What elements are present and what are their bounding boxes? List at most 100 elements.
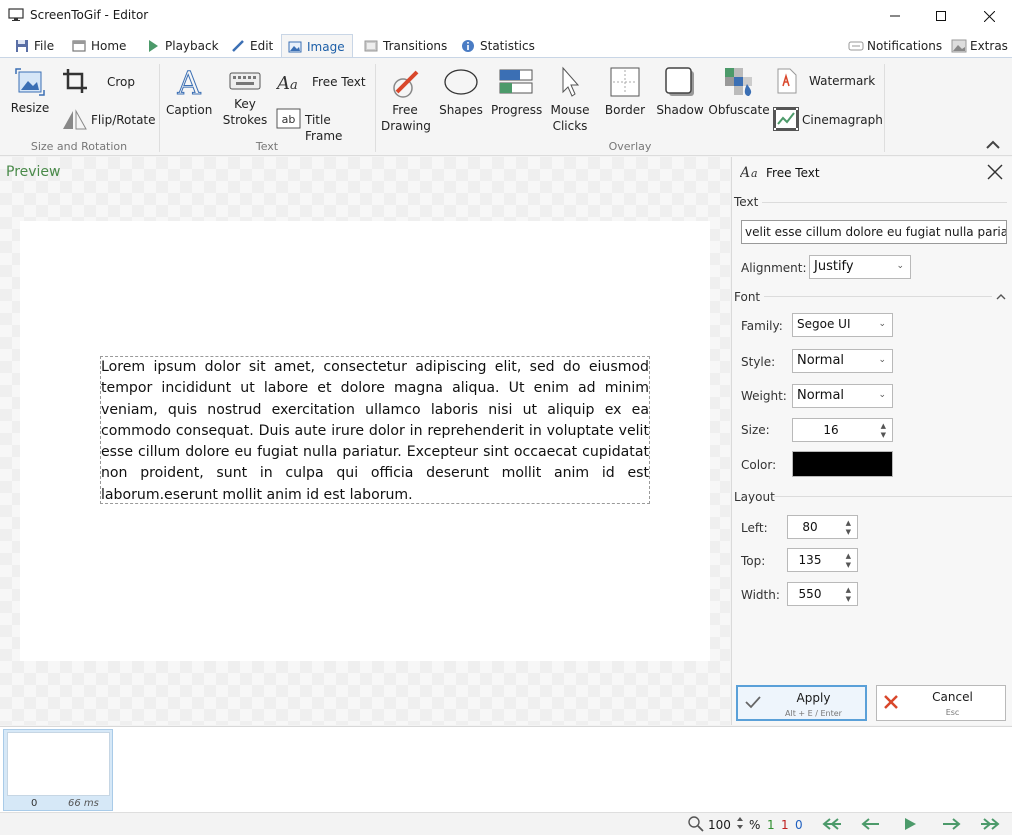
top-stepper[interactable]: 135 ▲ ▼ (787, 548, 858, 572)
collapse-ribbon-button[interactable] (985, 138, 1003, 152)
style-select[interactable]: Normal ⌄ (792, 349, 893, 373)
flip-rotate-button[interactable]: Flip/Rotate (60, 108, 160, 134)
tab-image[interactable]: Image (281, 34, 353, 58)
free-text-panel: Aa Free Text Text velit esse cillum dolo… (731, 157, 1012, 725)
panel-close-button[interactable] (986, 163, 1006, 183)
cursor-icon (557, 66, 583, 101)
left-stepper[interactable]: 80 ▲ ▼ (787, 515, 858, 539)
keyboard-icon (229, 72, 261, 95)
style-label: Style: (741, 355, 776, 369)
chevron-up-icon[interactable] (996, 289, 1006, 303)
spin-down-icon[interactable]: ▼ (846, 528, 851, 536)
left-value: 80 (802, 520, 818, 534)
preview-canvas[interactable]: Lorem ipsum dolor sit amet, consectetur … (20, 221, 710, 661)
zoom-value[interactable]: 100 (708, 818, 731, 832)
last-frame-icon[interactable] (980, 817, 1002, 834)
spin-down-icon[interactable]: ▼ (846, 595, 851, 603)
chevron-down-icon: ⌄ (896, 261, 904, 271)
caption-button[interactable]: A Caption (166, 64, 213, 118)
shapes-button[interactable]: Shapes (437, 66, 485, 118)
tab-statistics[interactable]: Statistics (455, 34, 541, 58)
style-value: Normal (797, 353, 845, 368)
crop-button[interactable]: Crop (60, 68, 160, 98)
tab-edit[interactable]: Edit (225, 34, 279, 58)
tab-file[interactable]: File (9, 34, 60, 58)
progress-label: Progress (491, 103, 543, 117)
extras-button[interactable]: Extras (945, 34, 1012, 58)
ribbon-separator (375, 64, 376, 152)
color-picker[interactable] (792, 451, 893, 477)
first-frame-icon[interactable] (820, 817, 842, 834)
obfuscate-button[interactable]: Obfuscate (708, 66, 770, 118)
frame-count: 1 (767, 818, 775, 832)
border-button[interactable]: Border (603, 66, 647, 118)
notifications-button[interactable]: Notifications (842, 34, 948, 58)
next-frame-icon[interactable] (941, 817, 961, 834)
svg-text:A: A (740, 165, 750, 180)
tab-playback[interactable]: Playback (140, 34, 225, 58)
status-bar: 100 % 1 1 0 (0, 812, 1012, 835)
zoom-unit: % (749, 818, 761, 832)
tab-transitions[interactable]: Transitions (358, 34, 453, 58)
size-stepper[interactable]: 16 ▲ ▼ (792, 418, 893, 442)
cancel-button[interactable]: Cancel Esc (876, 685, 1006, 721)
frame-thumbnail[interactable]: 0 66 ms (3, 729, 113, 811)
group-size-rotation-label: Size and Rotation (30, 140, 128, 153)
preview-area: Preview Lorem ipsum dolor sit amet, cons… (0, 157, 730, 725)
tab-label: Home (91, 39, 127, 53)
family-select[interactable]: Segoe UI ⌄ (792, 313, 893, 337)
spin-icon[interactable] (736, 815, 744, 834)
maximize-button[interactable] (918, 0, 964, 32)
key-strokes-label-2: Strokes (222, 113, 268, 127)
notification-icon (848, 39, 864, 53)
previous-frame-icon[interactable] (861, 817, 881, 834)
cinemagraph-label: Cinemagraph (802, 113, 883, 127)
play-icon[interactable] (903, 817, 917, 834)
resize-button[interactable]: Resize (8, 68, 52, 116)
section-layout-label: Layout (734, 490, 775, 504)
notifications-label: Notifications (867, 39, 943, 53)
free-text-button[interactable]: Aa Free Text (275, 70, 371, 94)
spin-up-icon[interactable]: ▲ (846, 552, 851, 560)
close-button[interactable] (966, 0, 1012, 32)
watermark-button[interactable]: Watermark (774, 68, 878, 94)
save-icon (15, 39, 29, 53)
apply-label: Apply (796, 691, 831, 705)
ribbon: Resize Crop Flip/Rotate Size and Rotatio… (0, 57, 1012, 156)
free-text-box[interactable]: Lorem ipsum dolor sit amet, consectetur … (100, 356, 650, 504)
key-strokes-button[interactable]: Key Strokes (222, 70, 268, 128)
spin-up-icon[interactable]: ▲ (881, 422, 886, 430)
mouse-clicks-button[interactable]: Mouse Clicks (548, 66, 592, 134)
shadow-label: Shadow (656, 103, 704, 117)
title-frame-button[interactable]: ab Title Frame (276, 108, 371, 143)
text-input[interactable]: velit esse cillum dolore eu fugiat nulla… (741, 220, 1007, 244)
width-stepper[interactable]: 550 ▲ ▼ (787, 582, 858, 606)
tab-label: Edit (250, 39, 274, 53)
section-divider (762, 202, 1007, 203)
spin-up-icon[interactable]: ▲ (846, 586, 851, 594)
spin-down-icon[interactable]: ▼ (846, 561, 851, 569)
progress-button[interactable]: Progress (491, 66, 543, 118)
image-icon (288, 40, 302, 54)
svg-text:ab: ab (282, 113, 296, 126)
apply-button[interactable]: Apply Alt + E / Enter (736, 685, 867, 721)
svg-text:a: a (751, 167, 758, 180)
spin-up-icon[interactable]: ▲ (846, 519, 851, 527)
shadow-button[interactable]: Shadow (656, 66, 704, 118)
tab-home[interactable]: Home (66, 34, 132, 58)
free-drawing-button[interactable]: Free Drawing (381, 66, 431, 134)
section-font-label: Font (734, 290, 761, 304)
resize-label: Resize (10, 101, 50, 115)
pencil-icon (231, 39, 245, 53)
spin-down-icon[interactable]: ▼ (881, 431, 886, 439)
weight-select[interactable]: Normal ⌄ (792, 384, 893, 408)
alignment-select[interactable]: Justify ⌄ (809, 255, 911, 279)
current-frame: 0 (795, 818, 803, 832)
key-strokes-label-1: Key (234, 97, 256, 111)
caption-label: Caption (166, 103, 213, 117)
play-icon (146, 39, 160, 53)
color-label: Color: (741, 458, 777, 472)
cinemagraph-button[interactable]: Cinemagraph (772, 106, 883, 132)
minimize-button[interactable] (872, 0, 918, 32)
border-icon (609, 67, 641, 101)
